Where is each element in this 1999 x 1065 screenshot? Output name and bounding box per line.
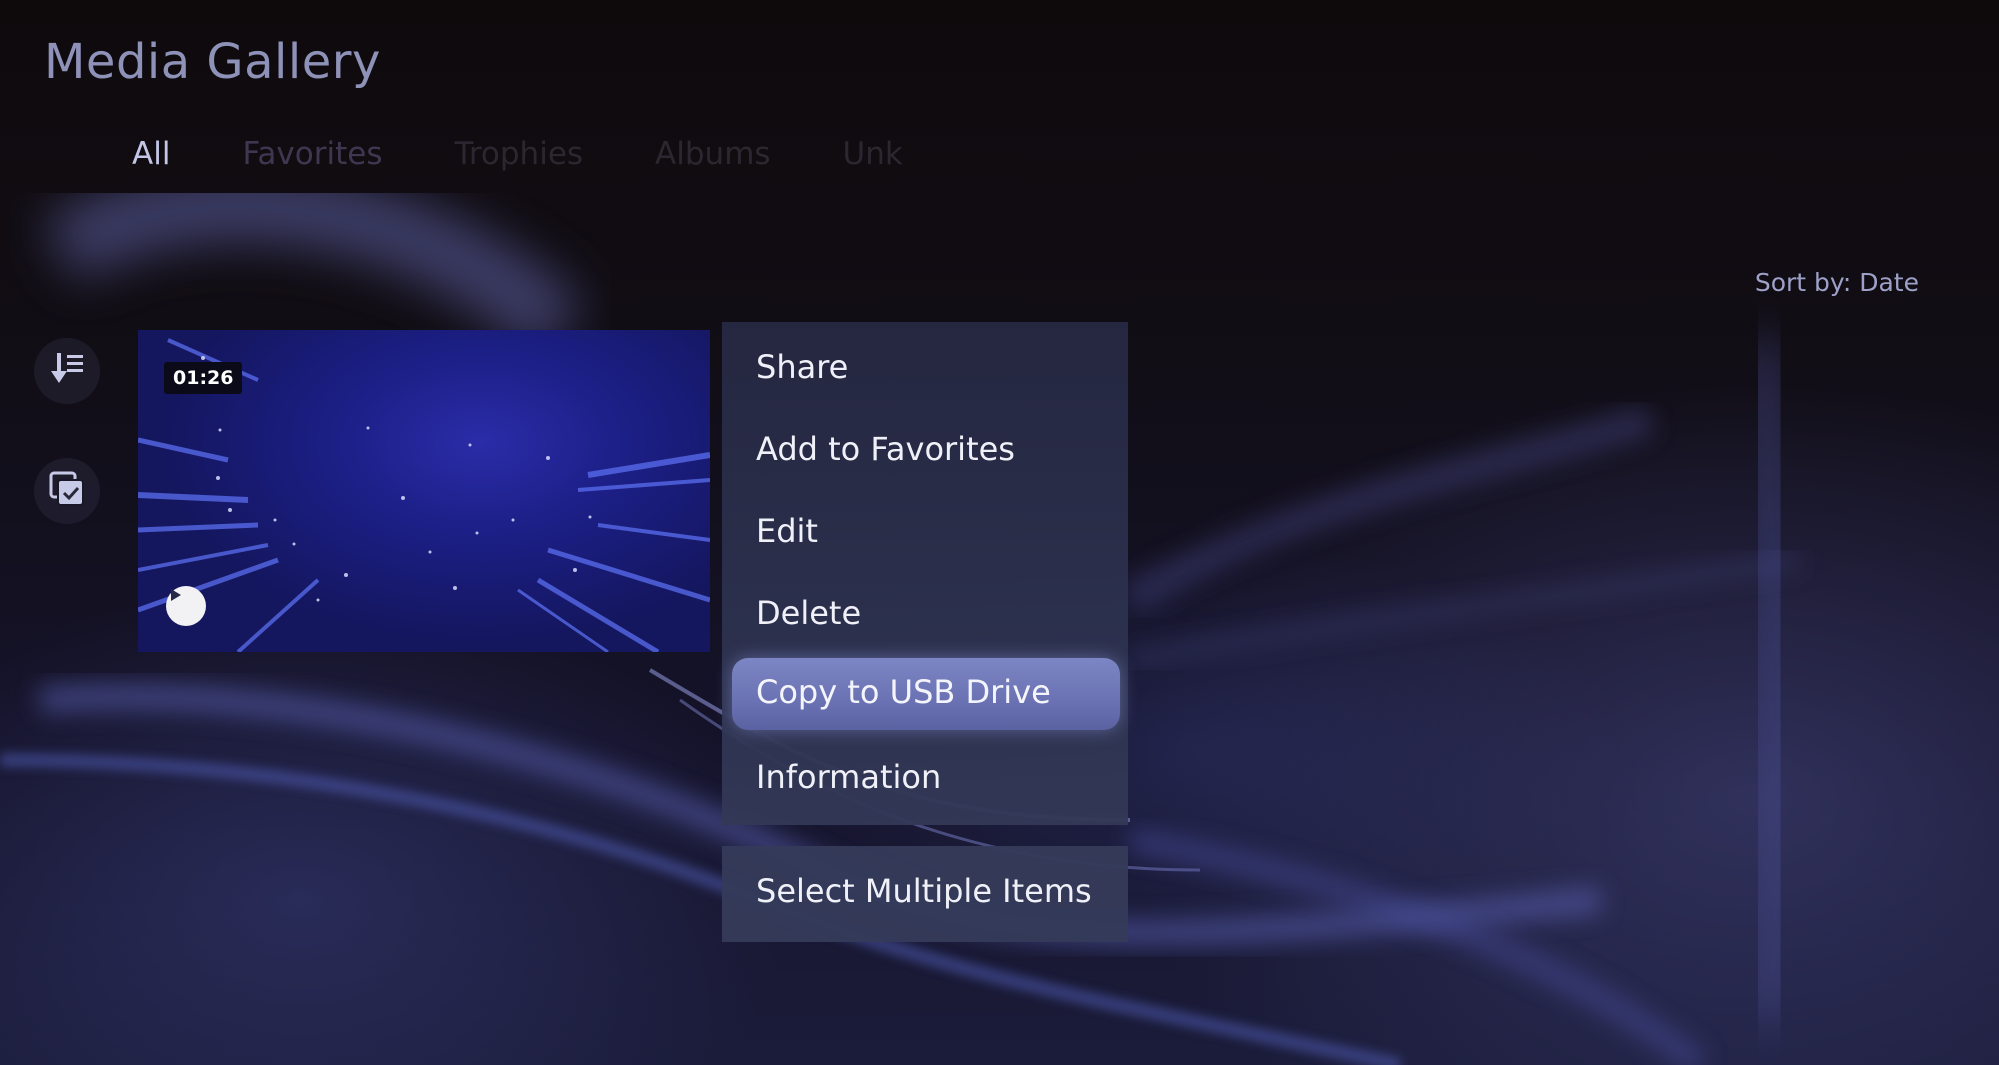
media-thumbnail[interactable]: 01:26	[138, 330, 710, 652]
tab-favorites[interactable]: Favorites	[242, 136, 382, 172]
tab-unk[interactable]: Unk	[843, 136, 903, 172]
menu-item-copy-to-usb-drive[interactable]: Copy to USB Drive	[732, 658, 1120, 730]
context-menu: Share Add to Favorites Edit Delete Copy …	[722, 322, 1128, 825]
multi-select-icon	[45, 467, 89, 515]
play-button[interactable]	[166, 586, 206, 626]
tab-all[interactable]: All	[132, 136, 170, 172]
menu-item-delete[interactable]: Delete	[756, 594, 861, 632]
sort-button[interactable]	[34, 338, 100, 404]
tab-albums[interactable]: Albums	[655, 136, 771, 172]
sort-label[interactable]: Sort by: Date	[1755, 268, 1919, 297]
page-title: Media Gallery	[44, 34, 381, 90]
tab-trophies[interactable]: Trophies	[454, 136, 583, 172]
video-duration-badge: 01:26	[164, 362, 243, 394]
sort-icon	[47, 349, 87, 393]
menu-item-select-multiple-items[interactable]: Select Multiple Items	[756, 872, 1092, 910]
menu-item-share[interactable]: Share	[756, 348, 848, 386]
context-menu-secondary: Select Multiple Items	[722, 846, 1128, 942]
menu-item-label: Copy to USB Drive	[756, 673, 1051, 711]
menu-item-information[interactable]: Information	[756, 758, 941, 796]
select-multiple-button[interactable]	[34, 458, 100, 524]
menu-item-add-to-favorites[interactable]: Add to Favorites	[756, 430, 1015, 468]
menu-item-edit[interactable]: Edit	[756, 512, 818, 550]
category-tabs: All Favorites Trophies Albums Unk	[132, 136, 975, 172]
